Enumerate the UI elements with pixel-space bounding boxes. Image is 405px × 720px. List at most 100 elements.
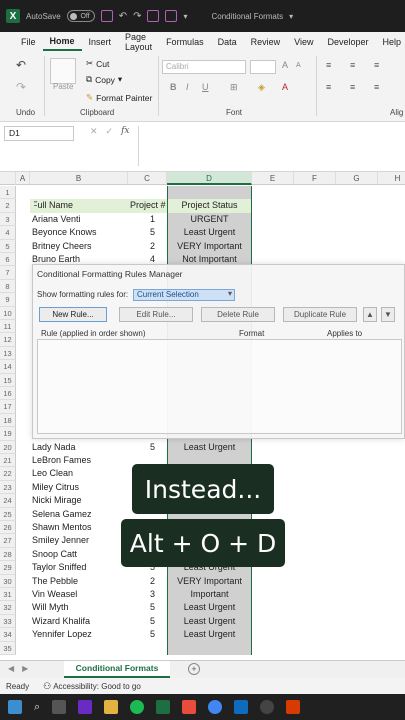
row-header[interactable]: 35 — [0, 641, 16, 655]
tab-data[interactable]: Data — [211, 34, 244, 50]
accessibility-status[interactable]: Accessibility: Good to go — [53, 682, 141, 691]
cell-project-number[interactable]: Project # — [128, 199, 167, 213]
cell-project-status[interactable]: Least Urgent — [167, 614, 252, 629]
tab-help[interactable]: Help — [376, 34, 405, 50]
cell-full-name[interactable]: Yennifer Lopez — [30, 628, 128, 641]
paste-button[interactable]: Paste — [53, 82, 73, 91]
row-header[interactable]: 6 — [0, 253, 16, 267]
customize-qat-icon[interactable]: ▾ — [183, 12, 187, 21]
row-header[interactable]: 1 — [0, 186, 16, 200]
title-dropdown-icon[interactable]: ▾ — [289, 12, 293, 21]
cell-full-name[interactable]: Ariana Venti — [30, 213, 128, 226]
copy-button[interactable]: ⧉ Copy ▾ — [86, 74, 122, 85]
outlook-icon[interactable] — [234, 700, 249, 714]
row-header[interactable]: 16 — [0, 387, 16, 401]
paste-icon[interactable] — [50, 58, 76, 84]
cell-full-name[interactable]: Smiley Jenner — [30, 534, 128, 547]
row-header[interactable]: 11 — [0, 320, 16, 334]
windows-start-icon[interactable] — [8, 700, 22, 714]
cell-full-name[interactable]: Full Name — [30, 199, 128, 213]
row-header[interactable]: 4 — [0, 226, 16, 240]
cell-project-status[interactable]: Least Urgent — [167, 628, 252, 642]
column-header-g[interactable]: G — [336, 172, 378, 185]
search-icon[interactable]: ⌕ — [34, 701, 40, 714]
row-header[interactable]: 18 — [0, 413, 16, 428]
cell-project-status[interactable]: Least Urgent — [167, 440, 252, 454]
row-header[interactable]: 5 — [0, 239, 16, 253]
powerpoint-icon[interactable] — [182, 700, 197, 714]
row-header[interactable]: 22 — [0, 467, 16, 481]
row-header[interactable]: 9 — [0, 293, 16, 307]
row-header[interactable]: 19 — [0, 427, 16, 441]
quick-access-icon-2[interactable] — [165, 10, 178, 22]
row-header[interactable]: 3 — [0, 212, 16, 227]
move-down-button[interactable]: ▼ — [381, 307, 395, 322]
cancel-icon[interactable]: ✕ — [90, 126, 98, 137]
cell-project-status[interactable]: URGENT — [167, 212, 252, 227]
column-header-e[interactable]: E — [252, 172, 294, 185]
row-header[interactable]: 8 — [0, 279, 16, 294]
align-right-icon[interactable]: ≡ — [374, 82, 379, 92]
delete-rule-button[interactable]: Delete Rule — [201, 307, 275, 322]
cut-button[interactable]: ✂ Cut — [86, 58, 109, 69]
cell-project-number[interactable]: 2 — [128, 240, 167, 253]
cell-project-status[interactable]: Least Urgent — [167, 226, 252, 240]
cell-project-status[interactable]: Project Status — [167, 199, 252, 213]
cell-project-number[interactable]: 5 — [128, 441, 167, 454]
row-header[interactable]: 33 — [0, 614, 16, 629]
align-middle-icon[interactable]: ≡ — [350, 60, 355, 70]
row-header[interactable]: 28 — [0, 547, 16, 562]
cell-project-status[interactable]: VERY Important — [167, 239, 252, 253]
borders-icon[interactable]: ⊞ — [230, 82, 238, 93]
row-header[interactable]: 30 — [0, 574, 16, 588]
sheet-nav-arrows[interactable]: ◀▶ — [8, 664, 36, 673]
column-header-c[interactable]: C — [128, 172, 167, 185]
cell-full-name[interactable] — [30, 642, 128, 655]
cell-project-number[interactable]: 1 — [128, 213, 167, 226]
cell-full-name[interactable]: Miley Citrus — [30, 481, 128, 494]
redo-icon[interactable]: ↷ — [133, 11, 141, 22]
row-header[interactable]: 26 — [0, 521, 16, 535]
row-header[interactable]: 27 — [0, 534, 16, 548]
cell-project-status[interactable]: VERY Important — [167, 574, 252, 588]
row-header[interactable]: 12 — [0, 333, 16, 347]
row-header[interactable]: 14 — [0, 360, 16, 374]
column-header-a[interactable]: A — [16, 172, 30, 185]
obs-icon[interactable] — [260, 700, 275, 714]
format-painter-button[interactable]: ✎ Format Painter — [86, 92, 152, 103]
row-header[interactable]: 21 — [0, 454, 16, 468]
tab-file[interactable]: File — [14, 34, 43, 50]
tab-insert[interactable]: Insert — [82, 34, 119, 50]
cell-full-name[interactable]: Vin Weasel — [30, 588, 128, 601]
align-left-icon[interactable]: ≡ — [326, 82, 331, 92]
cell-full-name[interactable]: Beyonce Knows — [30, 226, 128, 239]
add-sheet-icon[interactable]: + — [188, 663, 200, 675]
font-name-input[interactable]: Calibri — [162, 60, 246, 74]
cell-project-status[interactable] — [167, 641, 252, 655]
cell-project-status[interactable]: Least Urgent — [167, 601, 252, 615]
cell-project-status[interactable]: Important — [167, 588, 252, 602]
new-rule-button[interactable]: New Rule... — [39, 307, 107, 322]
align-center-icon[interactable]: ≡ — [350, 82, 355, 92]
row-header[interactable]: 34 — [0, 628, 16, 642]
tab-home[interactable]: Home — [42, 33, 82, 51]
cell-full-name[interactable]: Lady Nada — [30, 441, 128, 454]
row-header[interactable]: 7 — [0, 266, 16, 280]
row-header[interactable]: 31 — [0, 588, 16, 602]
cell-full-name[interactable]: Snoop Catt — [30, 548, 128, 561]
cell-project-number[interactable]: 2 — [128, 575, 167, 588]
cell-full-name[interactable]: Britney Cheers — [30, 240, 128, 253]
row-header[interactable]: 17 — [0, 400, 16, 414]
sheet-tab-conditional-formats[interactable]: Conditional Formats — [64, 661, 170, 678]
column-header-h[interactable]: H — [378, 172, 405, 185]
autosave-toggle[interactable]: Off — [66, 10, 95, 22]
bold-button[interactable]: B — [170, 82, 177, 92]
tab-view[interactable]: View — [287, 34, 320, 50]
cell-project-status[interactable] — [167, 186, 252, 200]
accessibility-icon[interactable]: ⚇ — [43, 681, 51, 692]
font-color-icon[interactable]: A — [282, 82, 288, 92]
font-size-input[interactable] — [250, 60, 276, 74]
name-box[interactable]: D1 — [4, 126, 74, 141]
insert-function-button[interactable]: fx — [121, 126, 129, 137]
tab-developer[interactable]: Developer — [320, 34, 375, 50]
